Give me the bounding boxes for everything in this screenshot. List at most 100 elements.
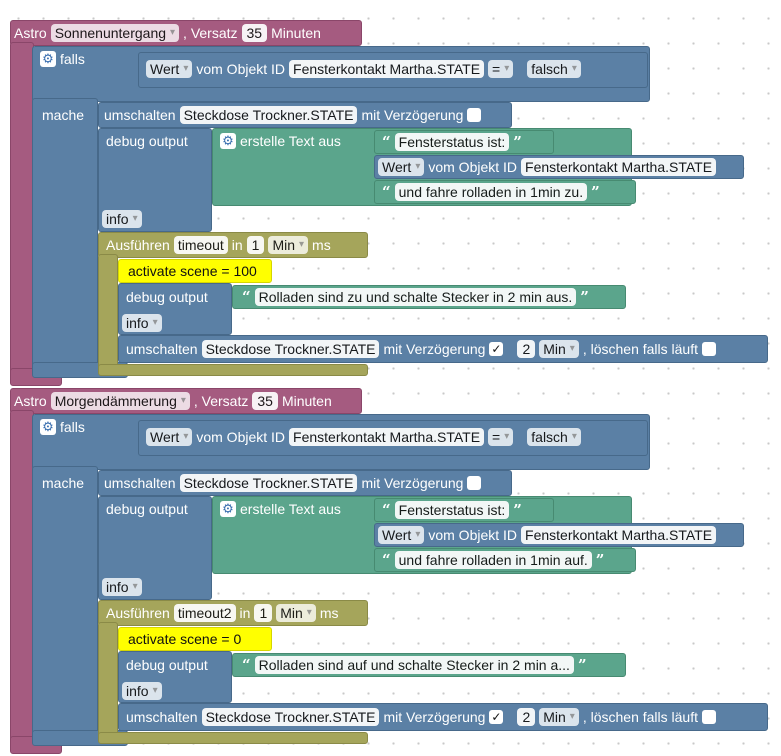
log-level-dropdown[interactable]: info [102, 210, 142, 228]
falls-label: falls [60, 419, 85, 435]
ms-label: ms [312, 237, 331, 253]
debug-output-label: debug output [126, 657, 208, 673]
clear-running-label: , löschen falls läuft [582, 341, 698, 357]
quote-open-icon: “ [242, 656, 251, 674]
ausfuehren-label: Ausführen [106, 237, 170, 253]
wert-dropdown[interactable]: Wert [146, 60, 193, 78]
delay-checkbox[interactable]: ✓ [489, 342, 504, 356]
unit-dropdown[interactable]: Min [276, 604, 316, 622]
offset-input[interactable]: 35 [241, 24, 268, 42]
clear-running-checkbox[interactable] [702, 342, 716, 356]
umschalten-label: umschalten [104, 107, 176, 123]
unit-dropdown[interactable]: Min [268, 236, 309, 254]
object-id-field[interactable]: Fensterkontakt Martha.STATE [289, 428, 485, 446]
timeout-body-left [98, 254, 118, 374]
timeout-value-input[interactable]: 1 [246, 236, 265, 254]
quote-open-icon: “ [382, 551, 391, 569]
text-field[interactable]: und fahre rolladen in 1min zu. [394, 183, 588, 201]
falls-label: falls [60, 51, 85, 67]
astro-event-dropdown[interactable]: Sonnenuntergang [50, 24, 180, 42]
quote-close-icon: ” [595, 551, 605, 569]
mache-label: mache [42, 475, 85, 491]
minuten-label: Minuten [271, 25, 321, 41]
value-dropdown[interactable]: falsch [527, 428, 581, 446]
delay-label: mit Verzögerung [383, 709, 486, 725]
delay-checkbox[interactable] [467, 476, 482, 490]
delay-checkbox[interactable] [467, 108, 482, 122]
umschalten-label: umschalten [104, 475, 176, 491]
ausfuehren-label: Ausführen [106, 605, 170, 621]
erstelle-text-label: erstelle Text aus [240, 133, 341, 149]
delay-label: mit Verzögerung [383, 341, 486, 357]
if-body-left [32, 98, 98, 376]
delay-value-input[interactable]: 2 [517, 340, 536, 358]
quote-close-icon: ” [580, 288, 589, 306]
device-field[interactable]: Steckdose Trockner.STATE [201, 340, 380, 358]
timeout-value-input[interactable]: 1 [254, 604, 273, 622]
wert-dropdown[interactable]: Wert [146, 428, 193, 446]
timeout-foot [98, 732, 368, 744]
clear-running-checkbox[interactable] [702, 710, 716, 724]
unit-dropdown[interactable]: Min [539, 340, 579, 358]
mache-label: mache [42, 107, 85, 123]
timeout-name-field[interactable]: timeout2 [173, 604, 236, 622]
device-field[interactable]: Steckdose Trockner.STATE [201, 708, 380, 726]
astro-label: Astro [14, 393, 47, 409]
timeout-body-left [98, 622, 118, 742]
operator-dropdown[interactable]: = [488, 60, 514, 78]
gear-icon[interactable]: ⚙ [220, 501, 236, 517]
object-id-field[interactable]: Fensterkontakt Martha.STATE [521, 158, 717, 176]
text-field[interactable]: Rolladen sind zu und schalte Stecker in … [254, 288, 577, 306]
quote-close-icon: ” [577, 656, 587, 674]
value-dropdown[interactable]: falsch [527, 60, 581, 78]
timeout-foot [98, 364, 368, 376]
device-field[interactable]: Steckdose Trockner.STATE [179, 474, 358, 492]
text-field[interactable]: und fahre rolladen in 1min auf. [394, 551, 592, 569]
timeout-name-field[interactable]: timeout [173, 236, 228, 254]
ms-label: ms [319, 605, 339, 621]
gear-icon[interactable]: ⚙ [40, 51, 56, 67]
quote-open-icon: “ [242, 288, 251, 306]
gear-icon[interactable]: ⚙ [220, 133, 236, 149]
clear-running-label: , löschen falls läuft [582, 709, 698, 725]
in-label: in [231, 237, 243, 253]
in-label: in [239, 605, 251, 621]
quote-open-icon: “ [382, 183, 391, 201]
delay-checkbox[interactable]: ✓ [489, 710, 504, 724]
vom-objekt-label: vom Objekt ID [196, 61, 286, 77]
text-field[interactable]: Rolladen sind auf und schalte Stecker in… [254, 656, 574, 674]
vom-objekt-label: vom Objekt ID [428, 159, 518, 175]
umschalten-label: umschalten [126, 341, 198, 357]
object-id-field[interactable]: Fensterkontakt Martha.STATE [289, 60, 485, 78]
device-field[interactable]: Steckdose Trockner.STATE [179, 106, 358, 124]
offset-input[interactable]: 35 [252, 392, 278, 410]
text-field[interactable]: Fensterstatus ist: [394, 501, 510, 519]
versatz-label: , Versatz [183, 25, 238, 41]
quote-open-icon: “ [382, 133, 391, 151]
erstelle-text-label: erstelle Text aus [240, 501, 341, 517]
object-id-field[interactable]: Fensterkontakt Martha.STATE [521, 526, 717, 544]
quote-close-icon: ” [591, 183, 600, 201]
gear-icon[interactable]: ⚙ [40, 419, 56, 435]
quote-close-icon: ” [513, 133, 522, 151]
quote-close-icon: ” [513, 501, 522, 519]
log-level-dropdown[interactable]: info [122, 682, 162, 700]
log-level-dropdown[interactable]: info [102, 578, 142, 596]
operator-dropdown[interactable]: = [488, 428, 514, 446]
quote-open-icon: “ [382, 501, 391, 519]
wert-dropdown[interactable]: Wert [378, 526, 425, 544]
minuten-label: Minuten [281, 393, 332, 409]
delay-label: mit Verzögerung [361, 107, 464, 123]
debug-output-label: debug output [106, 501, 188, 517]
log-level-dropdown[interactable]: info [122, 314, 162, 332]
versatz-label: , Versatz [193, 393, 249, 409]
wert-dropdown[interactable]: Wert [378, 158, 425, 176]
unit-dropdown[interactable]: Min [539, 708, 579, 726]
text-field[interactable]: Fensterstatus ist: [394, 133, 510, 151]
delay-value-input[interactable]: 2 [517, 708, 536, 726]
vom-objekt-label: vom Objekt ID [196, 429, 286, 445]
scene-label: activate scene = 0 [128, 631, 242, 647]
if-body-left [32, 466, 98, 744]
astro-event-dropdown[interactable]: Morgendämmerung [50, 392, 190, 410]
astro-label: Astro [14, 25, 47, 41]
